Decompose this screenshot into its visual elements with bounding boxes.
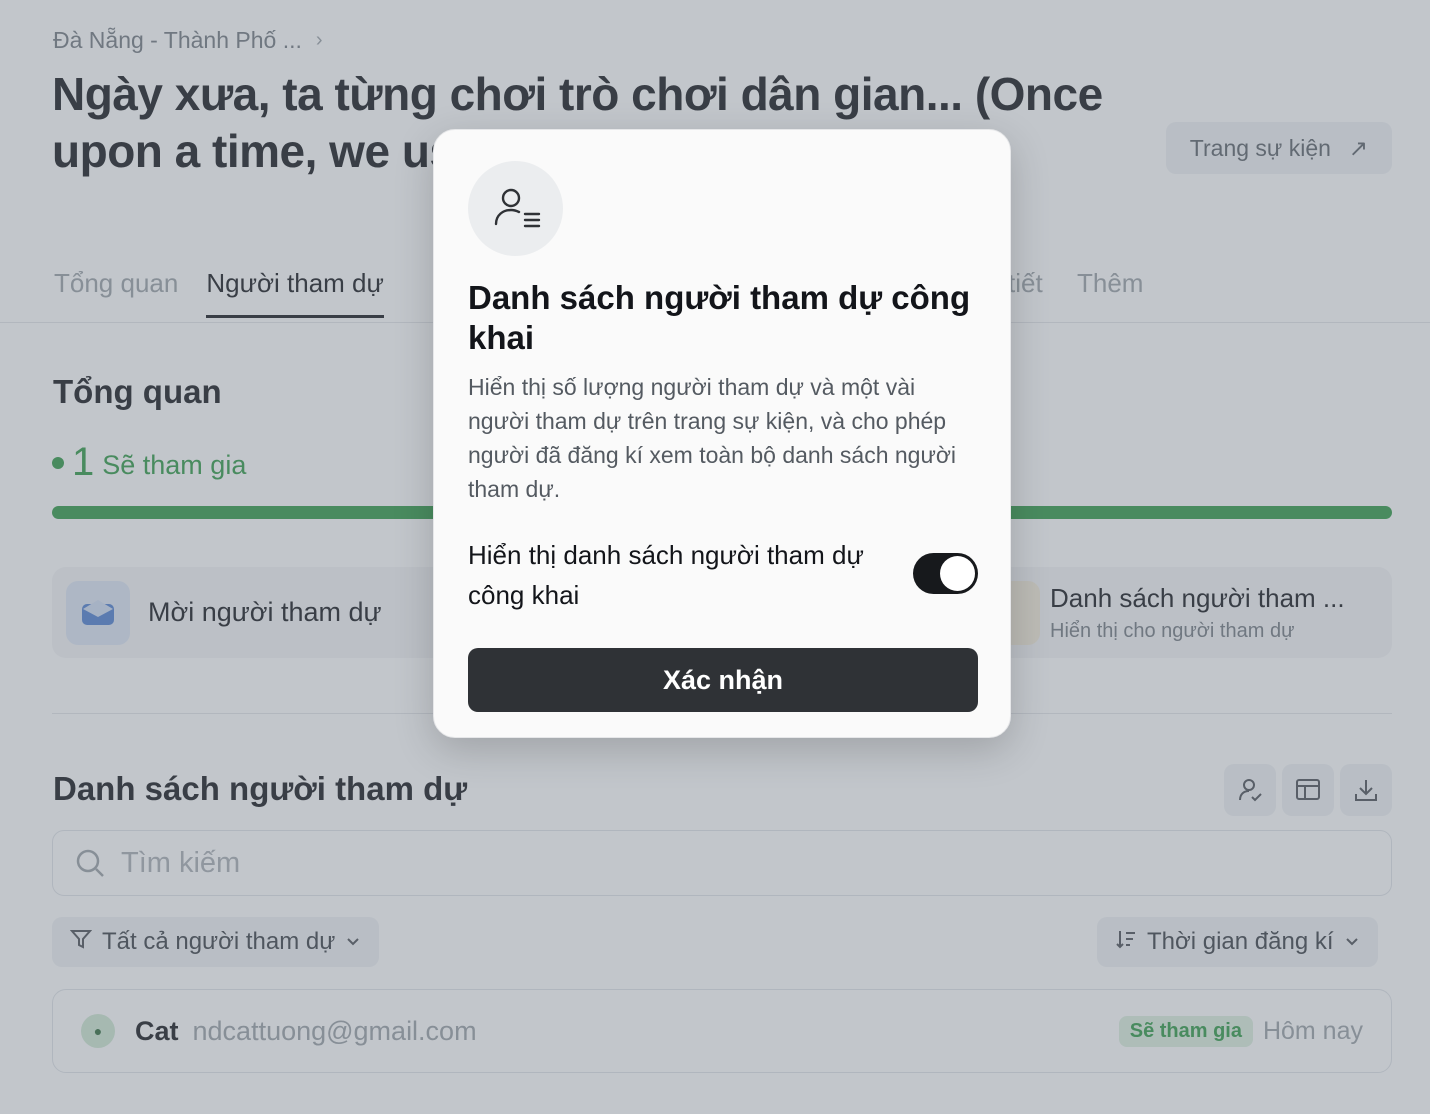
confirm-button[interactable]: Xác nhận [468, 648, 978, 712]
toggle-knob [940, 556, 975, 591]
public-guest-list-dialog: Danh sách người tham dự công khai Hiển t… [433, 129, 1011, 738]
users-list-icon [468, 161, 563, 256]
dialog-title: Danh sách người tham dự công khai [468, 279, 971, 356]
dialog-description: Hiển thị số lượng người tham dự và một v… [468, 374, 957, 502]
toggle-label: Hiển thị danh sách người tham dự công kh… [468, 540, 864, 610]
public-list-toggle[interactable] [913, 553, 978, 594]
